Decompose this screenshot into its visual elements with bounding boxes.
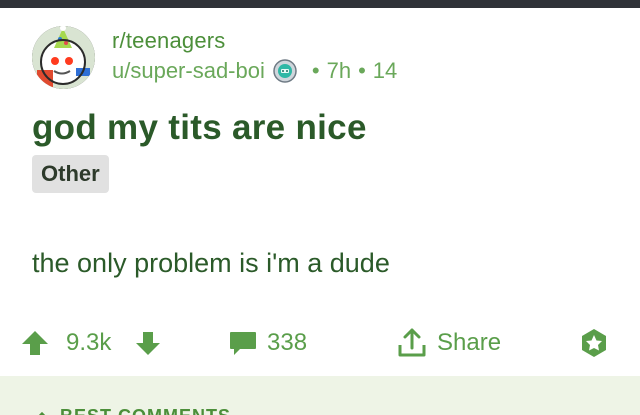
- share-button[interactable]: [396, 320, 428, 366]
- vote-count: 9.3k: [66, 329, 112, 356]
- subreddit-link[interactable]: r/teenagers: [112, 28, 226, 54]
- author-link[interactable]: u/super-sad-boi: [112, 58, 265, 84]
- subreddit-prefix: r/: [112, 28, 126, 53]
- speech-bubble-icon: [230, 332, 256, 355]
- action-bar: 9.3k 338 Share: [0, 320, 640, 366]
- star-award-icon: [582, 329, 606, 357]
- post-body: the only problem is i'm a dude: [32, 248, 390, 278]
- robot-badge-icon: [273, 59, 297, 83]
- meta-separator: •: [358, 58, 366, 83]
- award-button[interactable]: [578, 320, 610, 366]
- subreddit-name: teenagers: [125, 28, 226, 53]
- share-label[interactable]: Share: [437, 320, 501, 366]
- post-title[interactable]: god my tits are nice: [32, 108, 367, 148]
- avatar[interactable]: [32, 26, 95, 89]
- comments-button[interactable]: [228, 320, 258, 366]
- meta-separator: •: [311, 58, 320, 83]
- downvote-button[interactable]: [134, 320, 162, 366]
- arrow-down-icon: [136, 332, 160, 355]
- comments-count: 338: [267, 329, 308, 356]
- sort-label: BEST COMMENTS: [60, 406, 231, 415]
- share-upload-icon: [398, 328, 426, 357]
- post-flair-tag[interactable]: Other: [32, 155, 109, 193]
- snoo-avatar-icon: [32, 26, 95, 89]
- post-age: 7h: [326, 58, 352, 83]
- upvote-button[interactable]: [20, 320, 50, 366]
- arrow-up-icon: [22, 331, 48, 355]
- comments-header: BEST COMMENTS: [0, 376, 640, 415]
- comment-sort-selector[interactable]: BEST COMMENTS: [32, 406, 231, 415]
- chevron-up-icon: [38, 411, 46, 415]
- post-meta: u/super-sad-boi • 7h • 14: [112, 58, 397, 84]
- comment-count-meta: 14: [372, 58, 398, 83]
- status-top-bar: [0, 0, 640, 8]
- post-card: r/teenagers u/super-sad-boi • 7h • 14 go…: [0, 8, 640, 376]
